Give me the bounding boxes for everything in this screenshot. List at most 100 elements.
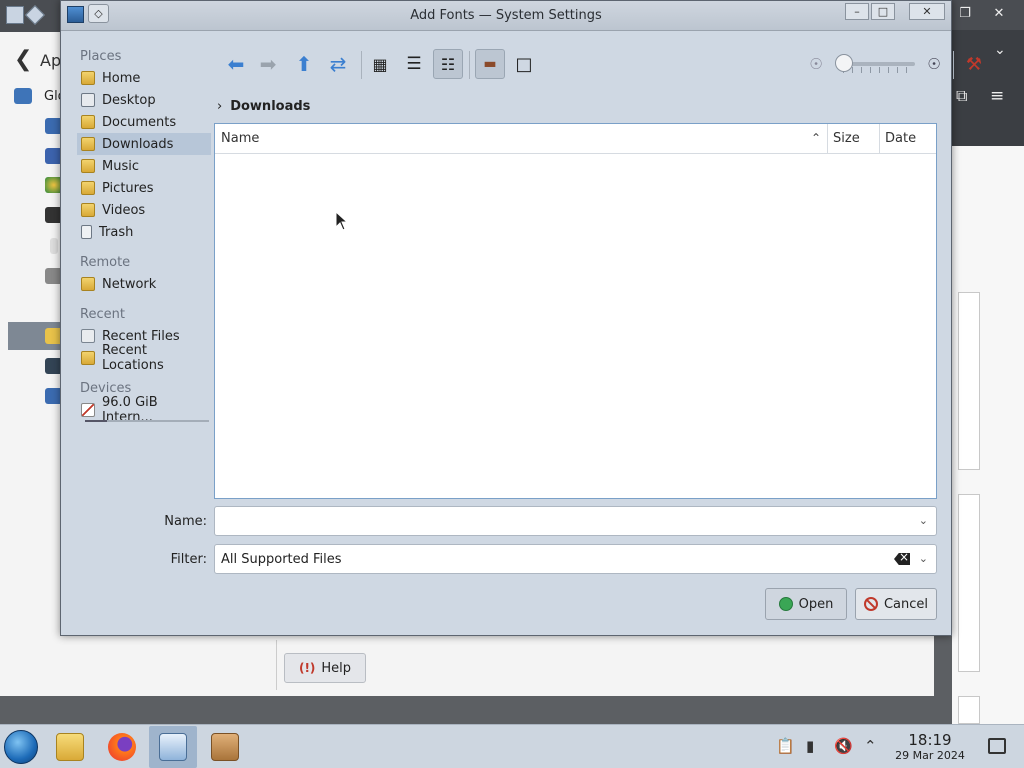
places-item-recent-locations[interactable]: Recent Locations [77,343,211,373]
zoom-out-icon[interactable]: ☉ [801,49,831,79]
places-item-label: Desktop [102,92,156,108]
zoom-slider[interactable] [843,62,915,66]
open-label: Open [798,596,834,612]
task-system-settings[interactable] [149,726,197,768]
chevron-right-icon[interactable]: › [217,99,222,114]
filter-label: Filter: [170,552,207,567]
cancel-label: Cancel [883,596,929,612]
places-item-label: Recent Locations [102,343,164,373]
column-header-size[interactable]: Size [827,124,879,154]
settings-app-icon [6,6,24,24]
filter-input[interactable] [221,545,881,573]
remote-section-title: Remote [80,255,131,270]
maximize-button[interactable]: □ [871,3,895,20]
hamburger-menu-icon[interactable]: ≡ [990,86,1004,106]
network-folder-icon [81,277,95,291]
filter-field[interactable]: ⌄ [214,544,937,574]
videos-folder-icon [81,203,95,217]
compact-view-icon[interactable]: ☰ [399,49,429,79]
places-item-trash[interactable]: Trash [77,221,211,243]
trash-icon [81,225,92,239]
name-field[interactable]: ⌄ [214,506,937,536]
places-item-internal-drive[interactable]: 96.0 GiB Intern... [77,395,211,425]
sort-ascending-icon: ⌃ [811,131,822,145]
zoom-in-icon[interactable]: ☉ [919,49,949,79]
chevron-down-icon[interactable]: ⌄ [919,552,928,565]
chevron-down-icon[interactable]: ⌄ [919,514,928,527]
column-header-name[interactable]: Name [215,124,827,154]
back-icon[interactable]: ⬅ [221,49,251,79]
dialog-titlebar: ◇ Add Fonts — System Settings – □ ✕ [61,1,951,31]
places-item-label: Trash [99,224,134,240]
places-item-documents[interactable]: Documents [77,111,211,133]
close-icon[interactable]: ✕ [988,5,1010,23]
font-icon[interactable] [50,238,58,254]
right-window-header: ⌄ ⧉ ≡ [952,30,1024,146]
clock[interactable]: 18:19 29 Mar 2024 [888,731,972,762]
forward-icon[interactable]: ➡ [253,49,283,79]
zoom-ticks [843,67,915,73]
toolbar-separator [361,51,362,79]
home-folder-icon [81,71,95,85]
places-item-home[interactable]: Home [77,67,211,89]
volume-muted-icon[interactable]: 🔇 [834,737,853,755]
restore-icon[interactable]: ❐ [954,5,976,23]
clipboard-icon[interactable]: 📋 [776,737,795,755]
close-button[interactable]: ✕ [909,3,945,20]
breadcrumb: › Downloads [217,97,310,115]
taskbar: 📋 ▮ 🔇 ⌃ 18:19 29 Mar 2024 [0,724,1024,768]
split-view-icon[interactable]: □ [509,49,539,79]
system-settings-icon [159,733,187,761]
places-item-videos[interactable]: Videos [77,199,211,221]
clear-text-icon[interactable] [894,553,910,565]
places-item-label: Network [102,276,157,292]
preview-icon[interactable]: ▬ [475,49,505,79]
places-item-music[interactable]: Music [77,155,211,177]
places-item-label: Documents [102,114,177,130]
task-package[interactable] [201,726,249,768]
start-menu-icon[interactable] [4,730,38,764]
places-item-pictures[interactable]: Pictures [77,177,211,199]
help-button[interactable]: (!) Help [284,653,366,683]
open-button[interactable]: Open [765,588,847,620]
places-item-desktop[interactable]: Desktop [77,89,211,111]
file-list-header: Name ⌃ Size Date [215,124,936,154]
global-theme-icon [14,88,32,104]
reload-icon[interactable]: ⇄ [323,49,353,79]
pictures-folder-icon [81,181,95,195]
back-arrow-icon[interactable]: ❮ [14,47,40,75]
places-item-downloads[interactable]: Downloads [77,133,211,155]
up-icon[interactable]: ⬆ [289,49,319,79]
places-item-label: Recent Files [102,328,180,344]
name-input[interactable] [221,507,881,535]
task-file-manager[interactable] [46,726,94,768]
zoom-slider-handle[interactable] [835,54,853,72]
font-card [958,292,980,470]
desktop-icon [81,93,95,107]
panel-divider [276,640,277,690]
task-firefox[interactable] [98,726,146,768]
share-icon[interactable]: ⧉ [956,86,967,106]
show-desktop-icon[interactable] [988,738,1006,754]
pin-icon[interactable] [25,5,45,25]
chevron-up-icon[interactable]: ⌃ [864,737,877,755]
dialog-toolbar: ⬅ ➡ ⬆ ⇄ ▦ ☰ ☷ ▬ □ ☉ ☉ ⚒ [221,49,982,85]
chevron-down-icon[interactable]: ⌄ [994,42,1006,58]
column-header-date[interactable]: Date [879,124,936,154]
device-usage-fill [85,420,108,422]
music-folder-icon [81,159,95,173]
cancel-button[interactable]: Cancel [855,588,937,620]
firefox-icon [108,733,136,761]
file-list[interactable]: Name ⌃ Size Date [214,123,937,499]
recent-locations-icon [81,351,95,365]
minimize-button[interactable]: – [845,3,869,20]
breadcrumb-current[interactable]: Downloads [230,99,310,114]
icons-view-icon[interactable]: ▦ [365,49,395,79]
battery-icon[interactable]: ▮ [806,737,814,755]
dialog-title: Add Fonts — System Settings [410,8,602,23]
places-item-network[interactable]: Network [77,273,211,295]
options-icon[interactable]: ⚒ [959,49,989,79]
recent-section-title: Recent [80,307,125,322]
help-label: Help [321,660,352,676]
detailed-view-icon[interactable]: ☷ [433,49,463,79]
